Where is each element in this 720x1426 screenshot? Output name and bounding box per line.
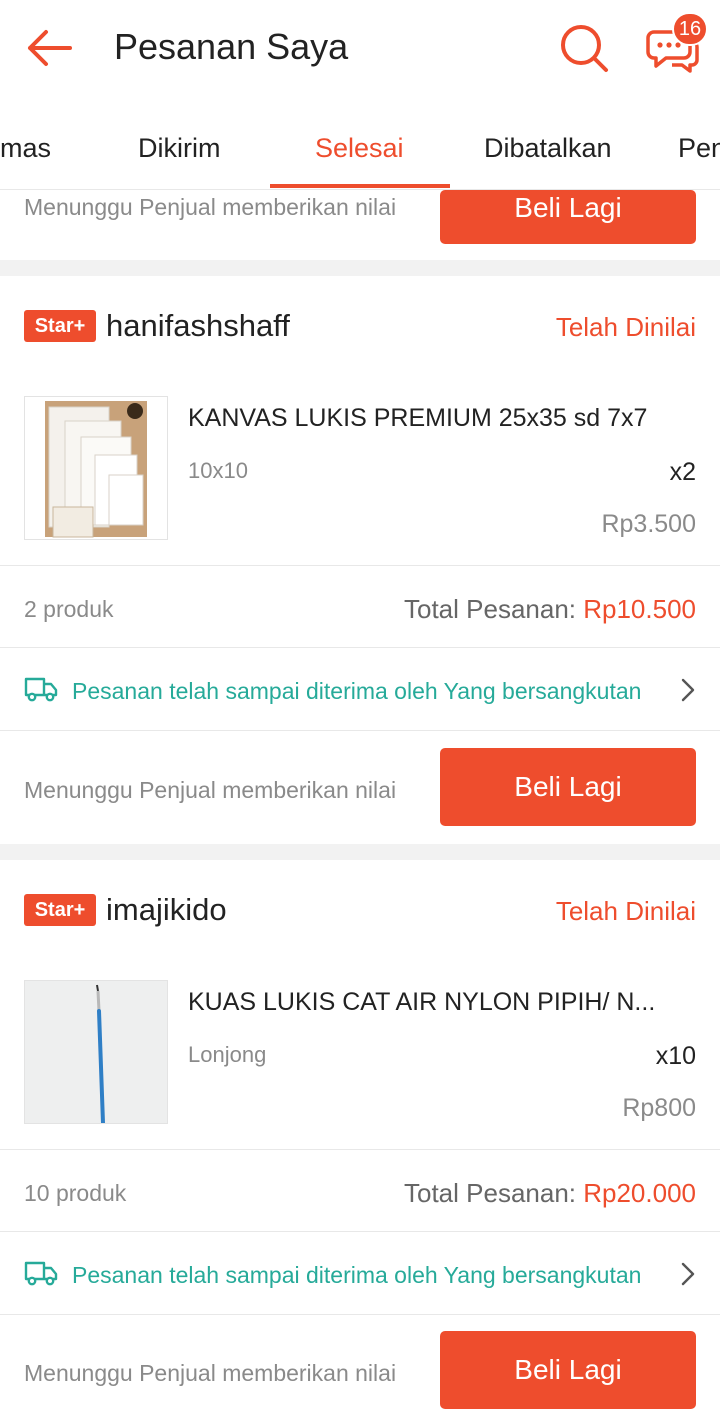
product-variant: 10x10 xyxy=(188,458,248,483)
order-total: Total Pesanan: Rp20.000 xyxy=(404,1178,696,1209)
order-card: Star+ imajikido Telah Dinilai KUAS LUKIS… xyxy=(0,860,720,1426)
tab-pengembalian-partial[interactable]: Pen xyxy=(678,98,720,190)
chevron-right-icon xyxy=(681,678,695,702)
order-total: Total Pesanan: Rp10.500 xyxy=(404,594,696,625)
star-plus-badge: Star+ xyxy=(24,310,96,342)
star-plus-badge: Star+ xyxy=(24,894,96,926)
product-variant: Lonjong xyxy=(188,1042,267,1067)
review-status: Telah Dinilai xyxy=(555,896,696,926)
product-quantity: x10 xyxy=(655,1042,696,1070)
tab-dikirim[interactable]: Dikirim xyxy=(138,98,220,190)
back-button[interactable] xyxy=(24,26,74,70)
shipping-row[interactable] xyxy=(24,676,58,702)
review-waiting-text: Menunggu Penjual memberikan nilai xyxy=(24,777,397,803)
section-gap xyxy=(0,844,720,860)
product-thumbnail[interactable] xyxy=(24,396,168,540)
product-price: Rp800 xyxy=(622,1094,696,1122)
tab-selesai[interactable]: Selesai xyxy=(315,98,404,190)
shop-name[interactable]: hanifashshaff xyxy=(106,308,290,344)
order-total-label: Total Pesanan: xyxy=(404,594,584,624)
chevron-right-icon xyxy=(681,1262,695,1286)
search-icon xyxy=(561,25,608,72)
order-card: Star+ hanifashshaff Telah Dinilai KANVAS… xyxy=(0,276,720,844)
product-count: 10 produk xyxy=(24,1180,127,1206)
divider xyxy=(0,1231,720,1232)
page-title: Pesanan Saya xyxy=(114,26,349,67)
buy-again-button[interactable]: Beli Lagi xyxy=(440,748,696,826)
shipping-status[interactable]: Pesanan telah sampai diterima oleh Yang … xyxy=(72,1262,641,1289)
divider xyxy=(0,565,720,566)
divider xyxy=(0,1314,720,1315)
shipping-detail-chevron[interactable] xyxy=(680,1261,696,1287)
product-price: Rp3.500 xyxy=(601,510,696,538)
divider xyxy=(0,1149,720,1150)
product-quantity: x2 xyxy=(669,458,696,486)
section-gap xyxy=(0,260,720,276)
divider xyxy=(0,647,720,648)
order-total-label: Total Pesanan: xyxy=(404,1178,584,1208)
order-status-tabs: mas Dikirim Selesai Dibatalkan Pen xyxy=(0,98,720,190)
active-tab-indicator xyxy=(270,184,450,188)
tab-dikemas-partial[interactable]: mas xyxy=(0,98,51,190)
shipping-detail-chevron[interactable] xyxy=(680,677,696,703)
product-count: 2 produk xyxy=(24,596,114,622)
truck-icon xyxy=(24,677,58,702)
order-total-amount: Rp10.500 xyxy=(583,594,696,624)
review-status: Telah Dinilai xyxy=(555,312,696,342)
canvas-product-image xyxy=(25,397,167,539)
order-total-amount: Rp20.000 xyxy=(583,1178,696,1208)
review-waiting-text: Menunggu Penjual memberikan nilai xyxy=(24,194,397,220)
buy-again-button[interactable]: Beli Lagi xyxy=(440,1331,696,1409)
shipping-status[interactable]: Pesanan telah sampai diterima oleh Yang … xyxy=(72,678,641,705)
top-app-bar: Pesanan Saya 16 xyxy=(0,0,720,98)
truck-icon xyxy=(24,1261,58,1286)
shop-name[interactable]: imajikido xyxy=(106,892,227,928)
back-arrow-icon xyxy=(28,30,72,66)
product-name[interactable]: KANVAS LUKIS PREMIUM 25x35 sd 7x7 xyxy=(188,404,696,433)
divider xyxy=(0,730,720,731)
shipping-row[interactable] xyxy=(24,1260,58,1286)
brush-product-image xyxy=(25,981,167,1123)
search-button[interactable] xyxy=(558,22,610,74)
buy-again-button[interactable]: Beli Lagi xyxy=(440,190,696,244)
review-waiting-text: Menunggu Penjual memberikan nilai xyxy=(24,1360,397,1386)
product-thumbnail[interactable] xyxy=(24,980,168,1124)
product-name[interactable]: KUAS LUKIS CAT AIR NYLON PIPIH/ N... xyxy=(188,988,696,1017)
tab-dibatalkan[interactable]: Dibatalkan xyxy=(484,98,612,190)
chat-unread-badge: 16 xyxy=(672,12,708,46)
